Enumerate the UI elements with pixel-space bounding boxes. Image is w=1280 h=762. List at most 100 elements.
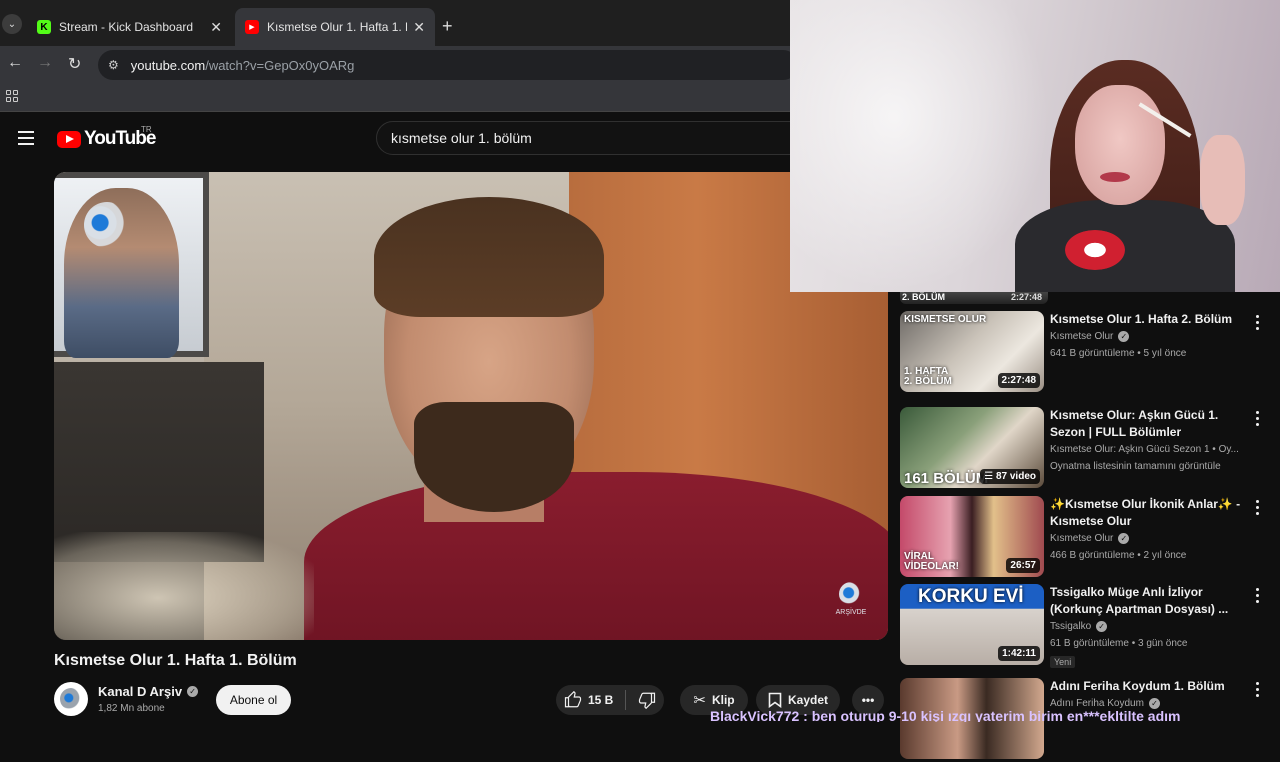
video-info: Kısmetse Olur: Aşkın Gücü 1. Sezon | FUL… — [1050, 407, 1250, 475]
subscribe-button[interactable]: Abone ol — [216, 685, 291, 715]
video-title[interactable]: Adını Feriha Koydum 1. Bölüm — [1050, 678, 1250, 695]
tab-kick-dashboard[interactable]: K Stream - Kick Dashboard ✕ — [27, 8, 232, 46]
video-foreground-blur — [54, 532, 314, 640]
duration-badge: 26:57 — [1006, 558, 1040, 573]
video-title[interactable]: ✨Kısmetse Olur İkonik Anlar✨ - Kısmetse … — [1050, 496, 1250, 530]
more-vertical-icon[interactable] — [1256, 682, 1260, 697]
back-icon[interactable]: ← — [7, 54, 23, 72]
webcam-person-lips — [1100, 172, 1130, 182]
channel-name[interactable]: Kısmetse Olur: Aşkın Gücü Sezon 1 • Oy..… — [1050, 441, 1239, 458]
close-tab-icon[interactable]: ✕ — [413, 19, 425, 36]
webcam-person-face — [1075, 85, 1165, 205]
channel-line: Kısmetse Olur ✓ — [1050, 328, 1250, 345]
view-meta: 641 B görüntüleme • 5 yıl önce — [1050, 348, 1187, 359]
channel-name[interactable]: Kısmetse Olur — [1050, 328, 1113, 345]
bookmarks-bar — [0, 84, 790, 112]
video-thumbnail[interactable]: KORKU EVİ 1:42:11 — [900, 584, 1044, 665]
scissors-icon: ✂ — [693, 692, 706, 709]
like-separator — [625, 690, 627, 710]
webcam-shirt-print — [1065, 230, 1125, 270]
video-title: Kısmetse Olur 1. Hafta 1. Bölüm — [54, 652, 297, 669]
video-person-hair — [374, 197, 604, 317]
apps-grid-icon[interactable] — [6, 90, 18, 102]
country-code: TR — [141, 125, 152, 134]
url-host: youtube.com — [130, 57, 206, 73]
channel-avatar[interactable] — [54, 682, 88, 716]
thumbnail-text: KORKU EVİ — [918, 586, 1024, 607]
channel-name[interactable]: Kanal D Arşiv ✓ — [98, 684, 199, 699]
clip-label: Klip — [711, 693, 735, 707]
tab-search-dropdown[interactable]: ⌄ — [2, 14, 22, 34]
kanal-d-logo — [84, 202, 130, 248]
thumbnail-text-secondary: 1. HAFTA 2. BÖLÜM — [904, 366, 952, 387]
tab-youtube-video[interactable]: ▶ Kısmetse Olur 1. Hafta 1. Bölüm ✕ — [235, 8, 435, 46]
recommended-video[interactable]: VİRAL VİDEOLAR! 26:57 ✨Kısmetse Olur İko… — [900, 496, 1270, 580]
hamburger-menu-icon[interactable] — [18, 131, 34, 145]
url-path: /watch?v=GepOx0yOARg — [205, 57, 355, 73]
playlist-count-badge: ☰ 87 video — [980, 469, 1040, 484]
subscriber-count: 1,82 Mn abone — [98, 703, 165, 714]
reload-icon[interactable]: ↻ — [68, 54, 81, 74]
channel-name[interactable]: Kısmetse Olur — [1050, 530, 1113, 547]
video-thumbnail[interactable]: 161 BÖLÜM ☰ 87 video — [900, 407, 1044, 488]
duration-badge: 2:27:48 — [997, 373, 1040, 388]
video-info: Kısmetse Olur 1. Hafta 2. Bölüm Kısmetse… — [1050, 311, 1250, 362]
more-vertical-icon[interactable] — [1256, 315, 1260, 330]
channel-line: Kısmetse Olur ✓ — [1050, 530, 1250, 547]
video-thumbnail[interactable]: VİRAL VİDEOLAR! 26:57 — [900, 496, 1044, 577]
like-count: 15 B — [588, 693, 614, 707]
recommended-video[interactable]: KORKU EVİ 1:42:11 Tssigalko Müge Anlı İz… — [900, 584, 1270, 668]
video-info: Tssigalko Müge Anlı İzliyor (Korkunç Apa… — [1050, 584, 1250, 670]
video-player[interactable]: ARŞİVDE — [54, 172, 888, 640]
more-vertical-icon[interactable] — [1256, 500, 1260, 515]
video-person-shirt — [304, 472, 888, 640]
channel-name-text: Kanal D Arşiv — [98, 684, 183, 699]
partial-duration: 2:27:48 — [1010, 292, 1042, 302]
browser-tabstrip: ⌄ K Stream - Kick Dashboard ✕ ▶ Kısmetse… — [0, 0, 790, 46]
search-input[interactable]: kısmetse olur 1. bölüm — [376, 121, 796, 155]
thumbnail-text: 161 BÖLÜM — [904, 470, 989, 487]
close-tab-icon[interactable]: ✕ — [210, 19, 222, 36]
view-meta: 466 B görüntüleme • 2 yıl önce — [1050, 550, 1187, 561]
watermark-text: ARŞİVDE — [835, 609, 867, 616]
channel-name[interactable]: Tssigalko — [1050, 618, 1091, 635]
video-title[interactable]: Tssigalko Müge Anlı İzliyor (Korkunç Apa… — [1050, 584, 1250, 618]
like-dislike-bar: 15 B — [556, 685, 664, 715]
bookmark-icon — [768, 692, 782, 708]
video-title[interactable]: Kısmetse Olur 1. Hafta 2. Bölüm — [1050, 311, 1250, 328]
video-scene-photo-frame — [54, 172, 209, 358]
channel-line: Tssigalko ✓ — [1050, 618, 1250, 635]
playlist-count: 87 video — [995, 471, 1036, 482]
more-horizontal-icon: ••• — [861, 693, 875, 707]
like-button[interactable]: 15 B — [564, 691, 613, 709]
thumbnail-text: KISMETSE OLUR — [904, 314, 987, 325]
browser-toolbar: ← → ↻ ⚙ youtube.com/watch?v=GepOx0yOARg — [0, 46, 798, 84]
kick-icon: K — [37, 20, 51, 34]
webcam-wall-light — [790, 0, 1050, 292]
address-bar[interactable]: ⚙ youtube.com/watch?v=GepOx0yOARg — [98, 50, 798, 80]
more-vertical-icon[interactable] — [1256, 411, 1260, 426]
playlist-icon: ☰ — [984, 471, 996, 482]
recommendations-sidebar: 2. BÖLÜM 2:27:48 KISMETSE OLUR 1. HAFTA … — [890, 292, 1280, 759]
view-meta: 61 B görüntüleme • 3 gün önce — [1050, 638, 1188, 649]
video-thumbnail[interactable]: KISMETSE OLUR 1. HAFTA 2. BÖLÜM 2:27:48 — [900, 311, 1044, 392]
recommended-video[interactable]: KISMETSE OLUR 1. HAFTA 2. BÖLÜM 2:27:48 … — [900, 311, 1270, 395]
recommended-playlist[interactable]: 161 BÖLÜM ☰ 87 video Kısmetse Olur: Aşkı… — [900, 407, 1270, 491]
more-vertical-icon[interactable] — [1256, 588, 1260, 603]
tab-title: Stream - Kick Dashboard — [59, 20, 194, 34]
view-full-playlist-link[interactable]: Oynatma listesinin tamamını görüntüle — [1050, 458, 1250, 475]
duration-badge: 1:42:11 — [998, 646, 1040, 661]
thumbs-down-icon[interactable] — [638, 691, 656, 709]
site-info-icon[interactable]: ⚙ — [108, 58, 119, 72]
partial-video-thumbnail[interactable]: 2. BÖLÜM 2:27:48 — [900, 292, 1048, 304]
channel-line: Kısmetse Olur: Aşkın Gücü Sezon 1 • Oy..… — [1050, 441, 1250, 458]
verified-icon: ✓ — [1118, 533, 1130, 544]
video-info: ✨Kısmetse Olur İkonik Anlar✨ - Kısmetse … — [1050, 496, 1250, 564]
forward-icon[interactable]: → — [37, 54, 53, 72]
new-badge: Yeni — [1050, 656, 1076, 668]
video-info: Adını Feriha Koydum 1. Bölüm Adını Ferih… — [1050, 678, 1250, 712]
new-tab-icon[interactable]: + — [442, 16, 453, 37]
video-title[interactable]: Kısmetse Olur: Aşkın Gücü 1. Sezon | FUL… — [1050, 407, 1250, 441]
webcam-overlay — [790, 0, 1280, 292]
verified-icon: ✓ — [1118, 331, 1130, 342]
